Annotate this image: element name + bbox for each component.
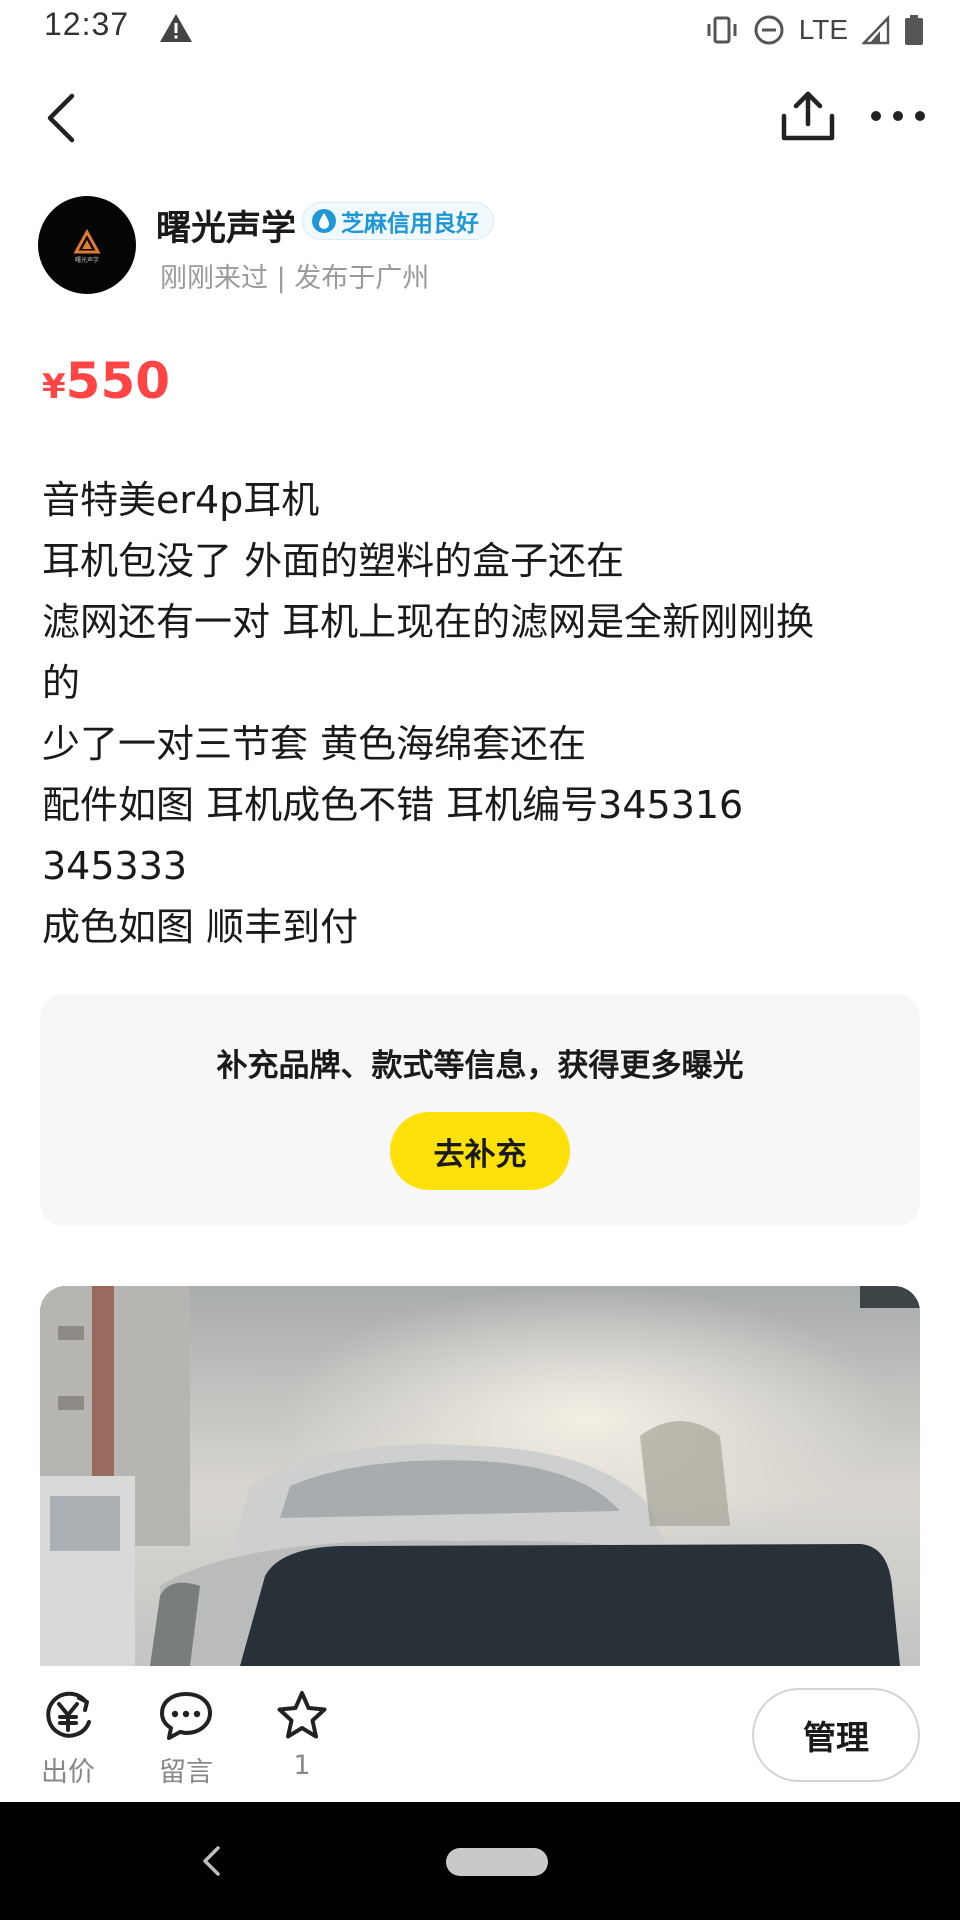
star-icon — [277, 1691, 327, 1739]
description-line: 滤网还有一对 耳机上现在的滤网是全新刚刚换 — [42, 600, 815, 644]
top-nav — [0, 78, 960, 158]
favorite-button[interactable]: 1 — [252, 1690, 352, 1781]
battery-icon — [905, 15, 923, 45]
system-home-pill[interactable] — [446, 1848, 548, 1876]
yuan-icon — [46, 1691, 91, 1738]
description-line: 少了一对三节套 黄色海绵套还在 — [42, 722, 587, 766]
description-line: 345333 — [42, 844, 188, 888]
comment-icon — [160, 1692, 212, 1740]
water-drop-icon — [312, 209, 336, 233]
description-line: 配件如图 耳机成色不错 耳机编号345316 — [42, 783, 744, 827]
seller-info[interactable]: 曙光声学 曙光声学 芝麻信用良好 刚刚来过 | 发布于广州 — [38, 196, 918, 298]
avatar[interactable]: 曙光声学 — [38, 196, 136, 294]
price-value: 550 — [65, 352, 171, 410]
description-line: 耳机包没了 外面的塑料的盒子还在 — [42, 539, 625, 583]
description-line: 成色如图 顺丰到付 — [42, 905, 359, 949]
alert-icon — [160, 14, 192, 42]
signal-icon — [862, 15, 890, 45]
supplement-card: 补充品牌、款式等信息，获得更多曝光 去补充 — [40, 994, 920, 1226]
product-photo[interactable] — [40, 1286, 920, 1666]
status-time: 12:37 — [44, 6, 130, 42]
offer-button[interactable]: 出价 — [18, 1690, 118, 1789]
credit-badge[interactable]: 芝麻信用良好 — [302, 202, 494, 240]
status-icons: LTE — [705, 10, 924, 50]
offer-label: 出价 — [41, 1757, 95, 1788]
share-icon[interactable] — [778, 86, 838, 148]
supplement-button[interactable]: 去补充 — [390, 1112, 570, 1190]
more-icon[interactable] — [866, 98, 930, 134]
svg-text:曙光声学: 曙光声学 — [75, 256, 99, 264]
seller-name[interactable]: 曙光声学 — [156, 200, 296, 251]
item-description: 音特美er4p耳机 耳机包没了 外面的塑料的盒子还在 滤网还有一对 耳机上现在的… — [42, 470, 922, 958]
description-line: 音特美er4p耳机 — [42, 478, 320, 522]
avatar-logo: 曙光声学 — [73, 228, 101, 264]
description-line: 的 — [42, 661, 81, 705]
comment-button[interactable]: 留言 — [136, 1690, 236, 1789]
photo-image — [40, 1286, 920, 1666]
manage-button[interactable]: 管理 — [752, 1688, 920, 1782]
vibrate-icon — [707, 16, 737, 44]
system-back-icon[interactable] — [198, 1842, 224, 1880]
comment-label: 留言 — [159, 1757, 213, 1788]
favorite-count: 1 — [293, 1750, 311, 1781]
price: ¥550 — [42, 352, 170, 410]
dnd-icon — [754, 15, 784, 45]
credit-badge-label: 芝麻信用良好 — [341, 211, 479, 237]
price-currency: ¥ — [42, 367, 66, 407]
status-bar: 12:37 LTE — [0, 0, 960, 60]
supplement-text: 补充品牌、款式等信息，获得更多曝光 — [216, 1048, 744, 1084]
system-nav-bar — [0, 1802, 960, 1920]
network-type: LTE — [798, 14, 848, 45]
back-icon[interactable] — [38, 88, 90, 148]
bottom-action-bar: 出价 留言 1 管理 — [0, 1666, 960, 1802]
seller-meta: 刚刚来过 | 发布于广州 — [160, 263, 430, 294]
